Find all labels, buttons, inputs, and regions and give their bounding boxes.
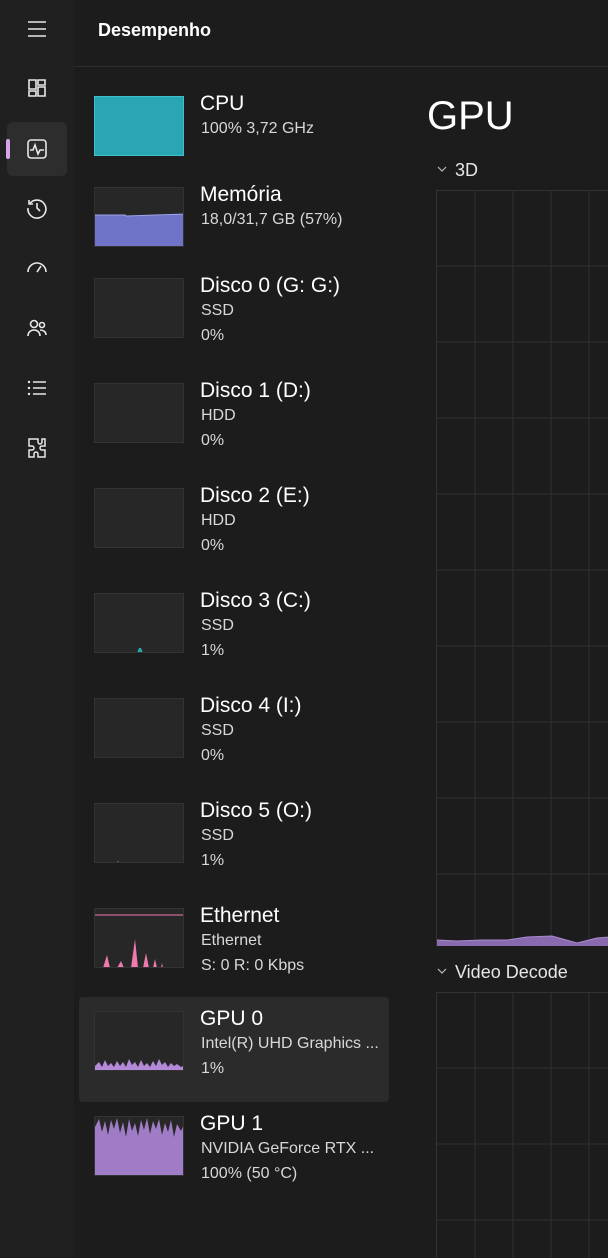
device-title: Disco 2 (E:) xyxy=(200,484,310,507)
graph-3d xyxy=(436,190,608,946)
detail-title: GPU xyxy=(427,94,514,138)
device-title: Ethernet xyxy=(200,904,280,927)
device-subtitle: Intel(R) UHD Graphics ... xyxy=(201,1035,379,1052)
device-usage: 0% xyxy=(201,432,225,449)
performance-icon xyxy=(27,139,47,159)
hamburger-icon xyxy=(28,21,46,37)
services-icon xyxy=(28,438,46,458)
nav-services[interactable] xyxy=(7,421,67,475)
disk-thumbnail-graph xyxy=(94,383,184,443)
device-list: CPU 100% 3,72 GHz Memória 18,0/31,7 GB (… xyxy=(74,68,394,1258)
device-item-disk-5[interactable]: Disco 5 (O:) SSD 1% xyxy=(79,789,389,894)
section-label-video-decode: Video Decode xyxy=(455,962,568,982)
device-title: Disco 3 (C:) xyxy=(200,589,311,612)
device-item-disk-0[interactable]: Disco 0 (G: G:) SSD 0% xyxy=(79,264,389,369)
device-title: Disco 0 (G: G:) xyxy=(200,274,341,297)
graph-video-decode xyxy=(436,992,608,1258)
device-item-gpu-1[interactable]: GPU 1 NVIDIA GeForce RTX ... 100% (50 °C… xyxy=(79,1102,389,1207)
disk-thumbnail-graph xyxy=(94,278,184,338)
cpu-thumbnail-graph xyxy=(94,96,184,156)
device-type: HDD xyxy=(201,512,236,529)
device-item-memory[interactable]: Memória 18,0/31,7 GB (57%) xyxy=(79,173,389,278)
page-header: Desempenho xyxy=(74,0,608,67)
section-label-3d: 3D xyxy=(455,160,479,180)
device-usage: 1% xyxy=(201,642,225,659)
device-title: GPU 0 xyxy=(200,1007,264,1030)
device-throughput: S: 0 R: 0 Kbps xyxy=(201,957,305,974)
users-icon xyxy=(27,319,47,337)
device-item-disk-2[interactable]: Disco 2 (E:) HDD 0% xyxy=(79,474,389,579)
device-subtitle: NVIDIA GeForce RTX ... xyxy=(201,1140,375,1157)
device-title: GPU 1 xyxy=(200,1112,264,1135)
nav-details[interactable] xyxy=(7,361,67,415)
device-usage: 0% xyxy=(201,537,225,554)
nav-performance[interactable] xyxy=(6,122,67,176)
device-usage: 0% xyxy=(201,747,225,764)
device-subtitle: 100% 3,72 GHz xyxy=(201,120,314,137)
disk-thumbnail-graph xyxy=(94,593,184,653)
device-item-cpu[interactable]: CPU 100% 3,72 GHz xyxy=(79,82,389,187)
disk-thumbnail-graph xyxy=(94,488,184,548)
device-item-ethernet[interactable]: Ethernet Ethernet S: 0 R: 0 Kbps xyxy=(79,894,389,999)
device-item-disk-3[interactable]: Disco 3 (C:) SSD 1% xyxy=(79,579,389,684)
memory-thumbnail-graph xyxy=(94,187,184,247)
nav-processes[interactable] xyxy=(7,61,67,115)
chevron-down-icon[interactable] xyxy=(436,163,448,175)
device-title: Memória xyxy=(200,183,282,206)
details-list-icon xyxy=(27,380,46,396)
device-item-disk-1[interactable]: Disco 1 (D:) HDD 0% xyxy=(79,369,389,474)
device-type: SSD xyxy=(201,617,234,634)
chevron-down-icon[interactable] xyxy=(436,965,448,977)
device-title: Disco 5 (O:) xyxy=(200,799,313,822)
nav-startup[interactable] xyxy=(7,241,67,295)
navigation-rail xyxy=(0,0,74,1258)
page-title: Desempenho xyxy=(98,20,212,40)
disk-thumbnail-graph xyxy=(94,803,184,863)
device-item-gpu-0[interactable]: GPU 0 Intel(R) UHD Graphics ... 1% xyxy=(79,997,389,1102)
device-title: CPU xyxy=(200,92,245,115)
menu-button[interactable] xyxy=(7,2,67,56)
device-subtitle: Ethernet xyxy=(201,932,262,949)
device-usage: 100% (50 °C) xyxy=(201,1165,298,1182)
gpu-thumbnail-graph xyxy=(94,1116,184,1176)
device-subtitle: 18,0/31,7 GB (57%) xyxy=(201,211,343,228)
device-usage: 0% xyxy=(201,327,225,344)
nav-app-history[interactable] xyxy=(7,181,67,235)
startup-icon xyxy=(27,262,47,273)
gpu-thumbnail-graph xyxy=(94,1011,184,1071)
device-usage: 1% xyxy=(201,1060,225,1077)
nav-users[interactable] xyxy=(7,301,67,355)
device-usage: 1% xyxy=(201,852,225,869)
history-icon xyxy=(27,199,47,219)
device-item-disk-4[interactable]: Disco 4 (I:) SSD 0% xyxy=(79,684,389,789)
processes-icon xyxy=(28,79,46,97)
device-type: SSD xyxy=(201,827,234,844)
device-title: Disco 1 (D:) xyxy=(200,379,311,402)
device-type: HDD xyxy=(201,407,236,424)
detail-panel: GPU 3D Video Decode xyxy=(394,68,608,1258)
device-type: SSD xyxy=(201,302,234,319)
disk-thumbnail-graph xyxy=(94,698,184,758)
device-title: Disco 4 (I:) xyxy=(200,694,302,717)
device-type: SSD xyxy=(201,722,234,739)
ethernet-thumbnail-graph xyxy=(94,908,184,968)
